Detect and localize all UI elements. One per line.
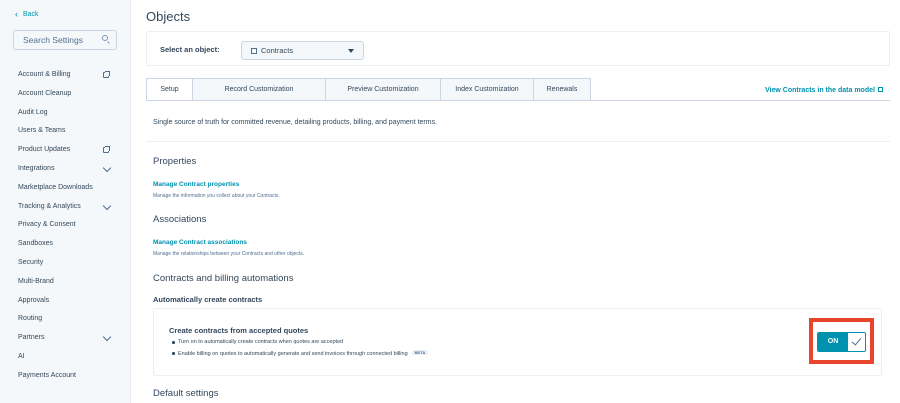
sidebar-item-sandboxes[interactable]: Sandboxes (0, 235, 131, 254)
external-link-icon (877, 87, 883, 92)
bullet-billing-text: Enable billing on quotes to automaticall… (178, 351, 408, 357)
tab-record-customization[interactable]: Record Customization (193, 78, 326, 101)
associations-heading: Associations (153, 214, 207, 225)
external-link-icon (103, 71, 110, 78)
sidebar-item-label: Marketplace Downloads (18, 183, 93, 191)
settings-sidebar: ‹ Back Search Settings Account & Billing… (0, 0, 131, 403)
sidebar-item-label: Approvals (18, 296, 50, 304)
page-title: Objects (146, 9, 191, 24)
automations-heading: Contracts and billing automations (153, 273, 294, 284)
toggle-on-label: ON (818, 333, 848, 351)
caret-down-icon (348, 49, 354, 53)
bullet-billing: Enable billing on quotes to automaticall… (171, 350, 429, 357)
sidebar-item-label: AI (18, 352, 25, 360)
chevron-down-icon (102, 163, 112, 173)
auto-create-card: Create contracts from accepted quotes Tu… (153, 308, 882, 376)
chevron-left-icon: ‹ (15, 9, 18, 19)
sidebar-item-label: Routing (18, 315, 43, 323)
sidebar-item-users-and-teams[interactable]: Users & Teams (0, 122, 131, 141)
object-selector-bar: Select an object: Contracts (146, 31, 890, 66)
beta-badge: BETA (411, 350, 429, 355)
sidebar-item-label: Partners (18, 334, 45, 342)
properties-heading: Properties (153, 156, 197, 167)
search-placeholder: Search Settings (23, 35, 84, 45)
object-description: Single source of truth for committed rev… (153, 119, 438, 126)
sidebar-item-label: Security (18, 258, 44, 266)
properties-subtext: Manage the information you collect about… (153, 193, 280, 199)
auto-create-toggle[interactable]: ON (817, 332, 866, 352)
sidebar-item-label: Integrations (18, 164, 55, 172)
sidebar-item-security[interactable]: Security (0, 254, 131, 273)
chevron-down-icon (102, 332, 112, 342)
default-settings-heading: Default settings (153, 388, 219, 399)
back-label: Back (23, 11, 39, 18)
manage-associations-link[interactable]: Manage Contract associations (153, 239, 247, 246)
object-select-dropdown[interactable]: Contracts (241, 41, 364, 60)
tab-preview-customization[interactable]: Preview Customization (326, 78, 441, 101)
view-data-model-link[interactable]: View Contracts in the data model (765, 87, 883, 94)
sidebar-item-label: Sandboxes (18, 240, 54, 248)
sidebar-item-integrations[interactable]: Integrations (0, 160, 131, 179)
sidebar-item-audit-log[interactable]: Audit Log (0, 104, 131, 123)
tab-renewals[interactable]: Renewals (534, 78, 591, 101)
search-icon (102, 35, 108, 41)
sidebar-item-label: Tracking & Analytics (18, 202, 81, 210)
external-link-icon (103, 146, 110, 154)
sidebar-item-label: Product Updates (18, 146, 71, 154)
sidebar-item-label: Payments Account (18, 371, 76, 379)
sidebar-item-marketplace-downloads[interactable]: Marketplace Downloads (0, 179, 131, 198)
setup-panel: Single source of truth for committed rev… (146, 100, 890, 403)
view-data-model-label: View Contracts in the data model (765, 87, 875, 94)
back-link[interactable]: ‹ Back (15, 9, 39, 19)
checkmark-icon (848, 333, 865, 351)
search-settings-input[interactable]: Search Settings (13, 30, 117, 50)
sidebar-item-label: Privacy & Consent (18, 221, 76, 229)
chevron-down-icon (102, 201, 112, 210)
sidebar-item-label: Account & Billing (18, 71, 71, 78)
object-icon (251, 48, 257, 54)
selected-object: Contracts (261, 46, 294, 55)
sidebar-item-label: Multi-Brand (18, 277, 54, 285)
sidebar-item-account-cleanup[interactable]: Account Cleanup (0, 85, 131, 104)
auto-create-heading: Automatically create contracts (153, 295, 263, 304)
auto-create-title: Create contracts from accepted quotes (169, 326, 309, 335)
sidebar-item-ai[interactable]: AI (0, 348, 131, 367)
select-object-label: Select an object: (160, 45, 220, 54)
sidebar-item-payments-account[interactable]: Payments Account (0, 367, 131, 386)
object-tabs: Setup Record Customization Preview Custo… (146, 78, 591, 101)
sidebar-item-account-and-billing[interactable]: Account & Billing (0, 66, 131, 85)
associations-subtext: Manage the relationships between your Co… (153, 251, 305, 257)
tab-setup[interactable]: Setup (146, 78, 193, 101)
sidebar-item-privacy-and-consent[interactable]: Privacy & Consent (0, 216, 131, 235)
sidebar-nav: Account & Billing Account Cleanup Audit Lo… (0, 66, 131, 386)
sidebar-item-label: Account Cleanup (18, 89, 72, 97)
tab-index-customization[interactable]: Index Customization (441, 78, 534, 101)
sidebar-item-label: Audit Log (18, 108, 48, 116)
sidebar-item-multi-brand[interactable]: Multi-Brand (0, 273, 131, 292)
sidebar-item-partners[interactable]: Partners (0, 329, 131, 348)
sidebar-item-tracking-and-analytics[interactable]: Tracking & Analytics (0, 198, 131, 217)
sidebar-item-routing[interactable]: Routing (0, 310, 131, 329)
sidebar-item-approvals[interactable]: Approvals (0, 292, 131, 311)
bullet-auto-create: Turn on to automatically create contract… (171, 339, 344, 345)
divider (146, 141, 890, 142)
sidebar-item-product-updates[interactable]: Product Updates (0, 141, 131, 160)
sidebar-item-label: Users & Teams (18, 127, 66, 135)
manage-properties-link[interactable]: Manage Contract properties (153, 181, 239, 188)
